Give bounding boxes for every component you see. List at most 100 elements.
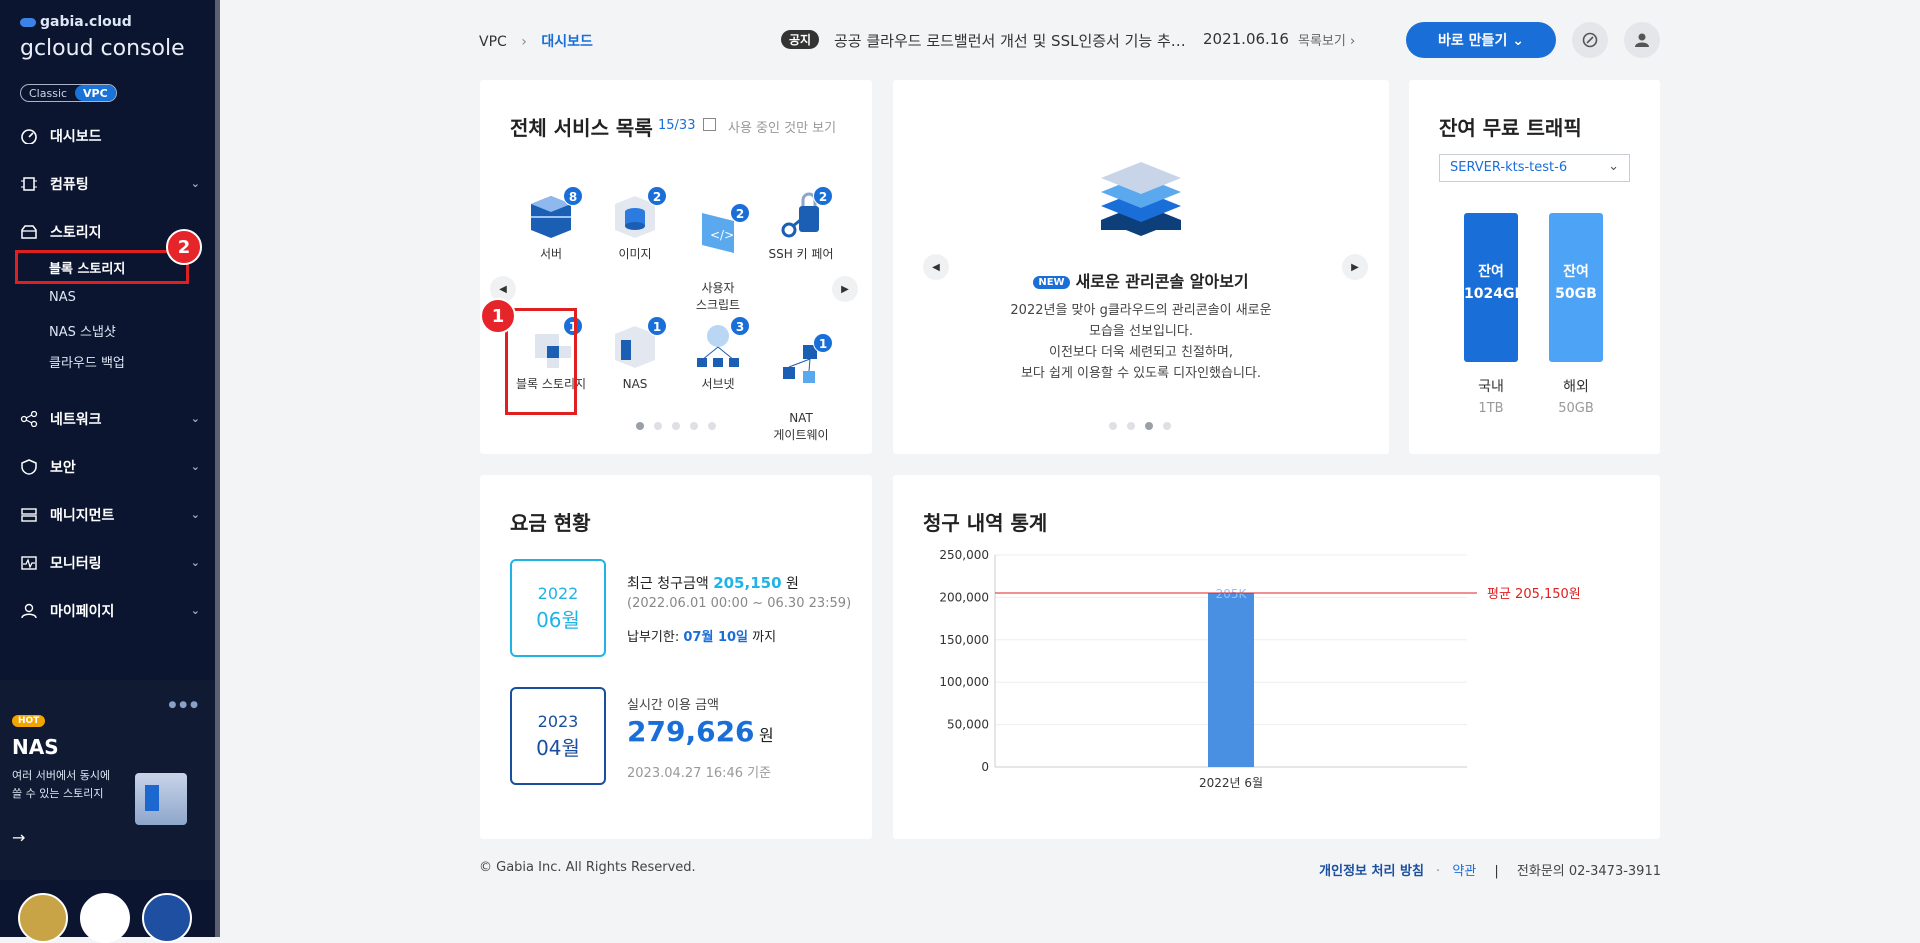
due-row: 납부기한: 07월 10일 까지 — [627, 626, 776, 645]
nav-dashboard[interactable]: 대시보드 — [20, 124, 200, 148]
notice-tag: 공지 — [781, 30, 820, 49]
realtime-asof: 2023.04.27 16:46 기준 — [627, 766, 772, 781]
notice-list-link[interactable]: 목록보기 › — [1298, 30, 1355, 49]
banner-description: 2022년을 맞아 g클라우드의 관리콘솔이 새로운 모습을 선보입니다. 이전… — [893, 300, 1389, 384]
nav-mypage-label: 마이페이지 — [50, 604, 115, 620]
privacy-link[interactable]: 개인정보 처리 방침 — [1319, 864, 1424, 879]
banner-title: 새로운 관리콘솔 알아보기 — [1075, 272, 1249, 291]
service-count-badge: 2 — [730, 203, 750, 223]
average-label: 평균 205,150원 — [1487, 587, 1581, 602]
filter-checkbox[interactable] — [703, 118, 716, 131]
y-tick-label: 150,000 — [939, 633, 989, 647]
service-label: NAS — [622, 377, 648, 391]
annotation-marker-2: 2 — [166, 229, 202, 265]
quick-create-button[interactable]: 바로 만들기 ⌄ — [1406, 22, 1556, 58]
service-count-badge: 2 — [813, 186, 833, 206]
footer-links: 개인정보 처리 방침 · 약관 | 전화문의 02-3473-3911 — [1319, 860, 1661, 879]
brand-title[interactable]: gcloud console — [20, 36, 185, 61]
sidebar-scrollbar[interactable] — [215, 0, 220, 937]
realtime-label: 실시간 이용 금액 — [627, 698, 719, 713]
service-user-script[interactable]: </> 2 사용자 스크립트 — [673, 190, 763, 314]
chart-bar — [1208, 593, 1254, 767]
breadcrumb: VPC › 대시보드 — [479, 31, 593, 51]
user-icon — [20, 603, 38, 619]
gauge-icon — [20, 128, 38, 144]
billing-stats-card: 청구 내역 통계 250,000 200,000 150,000 100,000 50,… — [893, 475, 1660, 839]
nav-mypage[interactable]: 마이페이지 ⌄ — [20, 599, 200, 623]
promo-desc: 여러 서버에서 동시에 쓸 수 있는 스토리지 — [12, 769, 111, 800]
overseas-label: 해외 — [1563, 379, 1589, 395]
billing-status-card: 요금 현황 2022 06월 최근 청구금액 205,150 원 (2022.0… — [480, 475, 872, 839]
service-pager[interactable] — [636, 422, 716, 430]
footer-divider: | — [1494, 864, 1499, 879]
service-ssh-keypair[interactable]: 2 SSH 키 페어 — [756, 186, 846, 263]
console-switch[interactable]: Classic VPC — [20, 84, 117, 102]
service-label: 이미지 — [618, 247, 652, 261]
domestic-traffic-bar: 잔여 1024GB — [1464, 213, 1525, 362]
overseas-total: 50GB — [1558, 401, 1594, 416]
key-lock-icon: 2 — [775, 186, 833, 242]
footer: © Gabia Inc. All Rights Reserved. 개인정보 처… — [479, 860, 1661, 879]
service-count-badge: 2 — [647, 186, 667, 206]
banner-pager[interactable] — [1109, 422, 1171, 430]
phone-contact: 전화문의 02-3473-3911 — [1516, 864, 1661, 879]
service-server[interactable]: 8 서버 — [506, 186, 596, 263]
cloud-service-badge-icon — [80, 893, 130, 943]
nav-monitoring-label: 모니터링 — [50, 556, 102, 572]
nav-computing[interactable]: 컴퓨팅 ⌄ — [20, 172, 200, 196]
banner-desc-line: 보다 쉽게 이용할 수 있도록 디자인했습니다. — [1020, 366, 1262, 381]
server-select[interactable]: SERVER-kts-test-6 ⌄ — [1439, 154, 1630, 182]
notice-text[interactable]: 공공 클라우드 로드밸런서 개선 및 SSL인증서 기능 추… — [834, 30, 1186, 51]
service-list-card: 전체 서비스 목록 15/33 사용 중인 것만 보기 ◀ ▶ 8 서버 2 이… — [480, 80, 872, 454]
free-traffic-card: 잔여 무료 트래픽 SERVER-kts-test-6 ⌄ 잔여 1024GB … — [1409, 80, 1660, 454]
billing-title: 요금 현황 — [510, 511, 591, 535]
brand-small[interactable]: gabia.cloud — [20, 14, 132, 30]
recent-period: (2022.06.01 00:00 ~ 06.30 23:59) — [627, 596, 852, 611]
sub-nas[interactable]: NAS — [49, 290, 76, 305]
cloud-icon — [20, 17, 36, 27]
free-traffic-title: 잔여 무료 트래픽 — [1439, 116, 1582, 140]
nav-management-label: 매니지먼트 — [50, 508, 115, 524]
csap-badge-icon — [142, 893, 192, 943]
terms-link[interactable]: 약관 — [1452, 864, 1476, 879]
arrow-right-icon[interactable]: → — [12, 828, 25, 847]
realtime-year: 2023 — [537, 712, 579, 731]
switch-classic[interactable]: Classic — [21, 85, 75, 101]
chat-icon[interactable] — [1572, 22, 1608, 58]
billing-stats-title: 청구 내역 통계 — [923, 511, 1048, 535]
service-nat-gateway[interactable]: 1 NAT 게이트웨이 — [756, 320, 846, 444]
banner-desc-line: 이전보다 더욱 세련되고 친절하며, — [1049, 345, 1233, 360]
recent-unit: 원 — [785, 576, 799, 592]
nav-security-label: 보안 — [50, 460, 76, 476]
promo-pager[interactable]: ●●● — [168, 700, 201, 710]
nav-network-label: 네트워크 — [50, 412, 102, 428]
service-count-badge: 8 — [563, 186, 583, 206]
service-label: NAT 게이트웨이 — [773, 411, 829, 442]
bar-data-label: 205K — [1216, 587, 1248, 601]
sub-nas-snapshot[interactable]: NAS 스냅샷 — [49, 321, 116, 340]
footer-dot: · — [1436, 864, 1441, 879]
nav-security[interactable]: 보안 ⌄ — [20, 455, 200, 479]
profile-icon[interactable] — [1624, 22, 1660, 58]
nav-monitoring[interactable]: 모니터링 ⌄ — [20, 551, 200, 575]
chevron-down-icon: ⌄ — [190, 604, 200, 617]
breadcrumb-root[interactable]: VPC — [479, 34, 507, 50]
service-subnet[interactable]: 3 서브넷 — [673, 316, 763, 393]
service-image[interactable]: 2 이미지 — [590, 186, 680, 263]
recent-year: 2022 — [537, 584, 579, 603]
service-nas[interactable]: 1 NAS — [590, 316, 680, 393]
nav-network[interactable]: 네트워크 ⌄ — [20, 407, 200, 431]
server-select-value: SERVER-kts-test-6 — [1450, 160, 1568, 175]
switch-vpc[interactable]: VPC — [75, 85, 116, 101]
chevron-right-icon[interactable]: ▶ — [832, 276, 858, 302]
nas-cube-illustration — [135, 773, 187, 825]
chevron-down-icon: ⌄ — [1608, 159, 1619, 174]
sidebar: gabia.cloud gcloud console Classic VPC 대… — [0, 0, 218, 943]
promo-banner[interactable]: ●●● HOT NAS 여러 서버에서 동시에 쓸 수 있는 스토리지 → — [0, 680, 215, 880]
sub-cloud-backup[interactable]: 클라우드 백업 — [49, 352, 125, 371]
network-icon — [20, 411, 38, 427]
highlight-block-storage-service — [505, 308, 577, 415]
overseas-traffic-bar: 잔여 50GB — [1549, 213, 1603, 362]
nav-management[interactable]: 매니지먼트 ⌄ — [20, 503, 200, 527]
filter-label: 사용 중인 것만 보기 — [728, 121, 837, 136]
